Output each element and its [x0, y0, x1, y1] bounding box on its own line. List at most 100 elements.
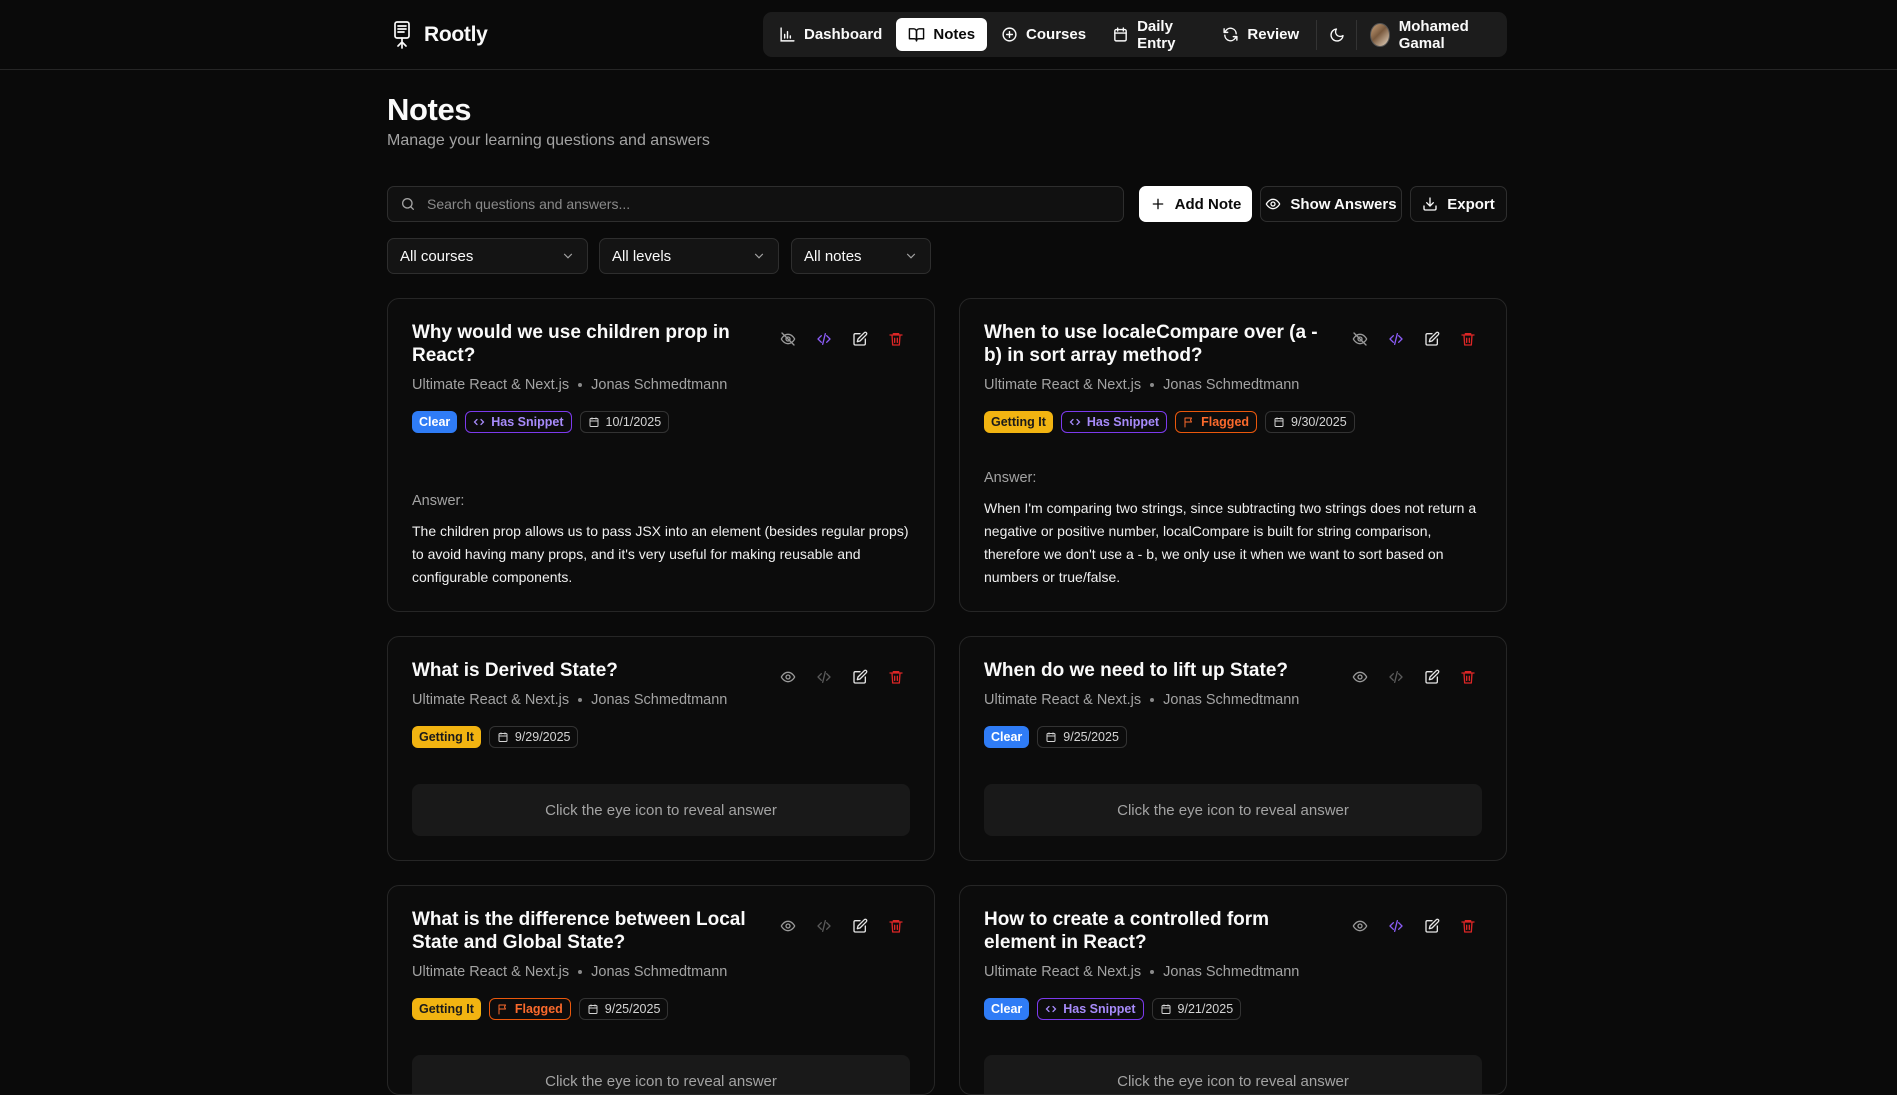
note-instructor: Jonas Schmedtmann: [591, 377, 728, 393]
calendar-icon: [1112, 26, 1129, 43]
meta-separator: [1150, 698, 1155, 702]
code-icon[interactable]: [814, 916, 834, 936]
flag-icon: [497, 1003, 509, 1015]
flagged-label: Flagged: [1201, 415, 1250, 429]
calendar-icon: [587, 1003, 599, 1015]
meta-separator: [578, 698, 583, 702]
book-open-icon: [908, 26, 925, 43]
note-meta: Ultimate React & Next.js Jonas Schmedtma…: [412, 692, 727, 708]
main-nav: Dashboard Notes Courses Daily Entry Revi…: [763, 12, 1507, 57]
code-icon[interactable]: [1386, 916, 1406, 936]
add-note-button[interactable]: Add Note: [1139, 186, 1252, 222]
reveal-answer-placeholder: Click the eye icon to reveal answer: [984, 784, 1482, 836]
notes-filter-select[interactable]: All notes: [791, 238, 931, 274]
nav-divider: [1316, 19, 1317, 50]
note-tags: Clear Has Snippet 10/1/2025: [412, 411, 670, 433]
level-badge: Getting It: [412, 998, 481, 1020]
calendar-icon: [588, 416, 600, 428]
snippet-label: Has Snippet: [1063, 1002, 1136, 1016]
note-question: What is the difference between Local Sta…: [412, 909, 746, 953]
avatar: [1370, 22, 1390, 47]
note-tags: Clear 9/25/2025: [984, 726, 1127, 748]
note-question: When do we need to lift up State?: [984, 660, 1288, 681]
theme-toggle-button[interactable]: [1322, 18, 1351, 51]
eye-icon[interactable]: [1350, 916, 1370, 936]
date-label: 9/29/2025: [514, 730, 571, 744]
reveal-answer-placeholder: Click the eye icon to reveal answer: [412, 784, 910, 836]
nav-review[interactable]: Review: [1210, 18, 1311, 51]
search-input[interactable]: [427, 196, 1087, 212]
note-question: How to create a controlled form element …: [984, 909, 1270, 953]
eye-off-icon[interactable]: [778, 329, 798, 349]
nav-courses-label: Courses: [1026, 26, 1087, 43]
snippet-badge: Has Snippet: [1037, 998, 1144, 1020]
note-instructor: Jonas Schmedtmann: [591, 692, 728, 708]
edit-icon[interactable]: [850, 329, 870, 349]
calendar-icon: [1160, 1003, 1172, 1015]
level-filter-select[interactable]: All levels: [599, 238, 779, 274]
code-icon[interactable]: [814, 329, 834, 349]
note-card: When to use localeCompare over (a - b) i…: [959, 298, 1507, 612]
note-question: When to use localeCompare over (a - b) i…: [984, 322, 1318, 366]
date-label: 9/25/2025: [1063, 730, 1119, 744]
code-icon[interactable]: [1386, 667, 1406, 687]
eye-icon[interactable]: [778, 667, 798, 687]
trash-icon[interactable]: [1458, 916, 1478, 936]
reveal-answer-placeholder: Click the eye icon to reveal answer: [412, 1055, 910, 1094]
nav-dashboard[interactable]: Dashboard: [767, 18, 894, 51]
note-tags: Getting It Flagged 9/25/2025: [412, 998, 669, 1020]
trash-icon[interactable]: [886, 916, 906, 936]
edit-icon[interactable]: [1422, 329, 1442, 349]
edit-icon[interactable]: [1422, 916, 1442, 936]
brand[interactable]: Rootly: [392, 17, 488, 53]
chevron-down-icon: [561, 249, 575, 263]
eye-icon[interactable]: [1350, 667, 1370, 687]
user-menu[interactable]: Mohamed Gamal: [1362, 18, 1503, 52]
snippet-badge: Has Snippet: [1060, 411, 1168, 433]
plus-circle-icon: [1001, 26, 1018, 43]
nav-daily-entry-label: Daily Entry: [1137, 17, 1176, 52]
trash-icon[interactable]: [886, 329, 906, 349]
code-icon[interactable]: [1386, 329, 1406, 349]
note-course: Ultimate React & Next.js: [412, 692, 570, 708]
course-filter-select[interactable]: All courses: [387, 238, 588, 274]
level-badge: Clear: [412, 411, 458, 433]
note-card: How to create a controlled form element …: [959, 885, 1507, 1095]
code-icon[interactable]: [814, 667, 834, 687]
trash-icon[interactable]: [1458, 329, 1478, 349]
card-actions: [1350, 329, 1478, 349]
code-icon: [1069, 416, 1081, 428]
nav-notes[interactable]: Notes: [896, 18, 988, 51]
card-actions: [1350, 667, 1478, 687]
edit-icon[interactable]: [850, 916, 870, 936]
trash-icon[interactable]: [1458, 667, 1478, 687]
show-answers-button[interactable]: Show Answers: [1260, 186, 1402, 222]
moon-icon: [1329, 27, 1345, 43]
note-card: When do we need to lift up State? Ultima…: [959, 636, 1507, 861]
note-course: Ultimate React & Next.js: [412, 964, 570, 980]
level-badge: Getting It: [984, 411, 1053, 433]
nav-courses[interactable]: Courses: [989, 18, 1098, 51]
export-button[interactable]: Export: [1410, 186, 1507, 222]
note-meta: Ultimate React & Next.js Jonas Schmedtma…: [412, 377, 727, 393]
note-meta: Ultimate React & Next.js Jonas Schmedtma…: [984, 377, 1299, 393]
add-note-label: Add Note: [1174, 195, 1242, 213]
page-subtitle: Manage your learning questions and answe…: [387, 132, 710, 149]
logo-icon: [392, 20, 414, 50]
note-question: What is Derived State?: [412, 660, 618, 681]
eye-off-icon[interactable]: [1350, 329, 1370, 349]
brand-name: Rootly: [424, 23, 488, 46]
level-badge: Getting It: [412, 726, 481, 748]
card-actions: [1350, 916, 1478, 936]
note-course: Ultimate React & Next.js: [984, 964, 1142, 980]
flagged-label: Flagged: [514, 1002, 563, 1016]
nav-daily-entry[interactable]: Daily Entry: [1100, 17, 1208, 52]
chevron-down-icon: [752, 249, 766, 263]
trash-icon[interactable]: [886, 667, 906, 687]
note-question: Why would we use children prop in React?: [412, 322, 730, 366]
nav-notes-label: Notes: [933, 26, 976, 43]
card-actions: [778, 667, 906, 687]
edit-icon[interactable]: [850, 667, 870, 687]
edit-icon[interactable]: [1422, 667, 1442, 687]
eye-icon[interactable]: [778, 916, 798, 936]
